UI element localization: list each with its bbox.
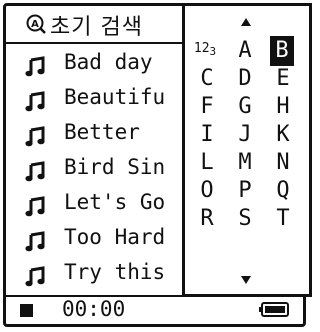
music-note-icon — [25, 231, 45, 252]
index-letter-a[interactable]: A — [229, 36, 261, 66]
index-letter-e[interactable]: E — [267, 64, 299, 94]
scroll-down-arrow-icon[interactable] — [241, 276, 251, 284]
index-letter-l[interactable]: L — [191, 148, 223, 178]
index-letter-s[interactable]: S — [229, 204, 261, 234]
header: A 초기 검색 — [6, 6, 186, 42]
song-title: Try this — [64, 260, 166, 284]
list-item[interactable]: Let's Go — [6, 188, 182, 222]
music-note-icon — [25, 56, 45, 77]
index-letter-k[interactable]: K — [267, 120, 299, 150]
index-numeric[interactable]: 123 — [189, 34, 221, 64]
index-letter-j[interactable]: J — [229, 120, 261, 150]
music-note-icon — [25, 126, 45, 147]
index-numeric-label-3: 3 — [209, 45, 217, 58]
index-letter-r[interactable]: R — [191, 204, 223, 234]
index-letter-t[interactable]: T — [267, 204, 299, 234]
player-screen: A 초기 검색 Bad day Beautifu Better Bird Sin… — [3, 3, 312, 327]
list-item[interactable]: Bird Sin — [6, 153, 182, 187]
index-letter-i[interactable]: I — [191, 120, 223, 150]
index-numeric-label-1: 1 — [193, 41, 202, 56]
index-letter-b-selected[interactable]: B — [270, 36, 294, 66]
list-item[interactable]: Beautifu — [6, 83, 182, 117]
index-letter-n[interactable]: N — [267, 148, 299, 178]
index-letter-h[interactable]: H — [267, 92, 299, 122]
alphabet-index-panel: 123 A B C D E F G H I J K L M N O P Q R … — [182, 3, 312, 297]
song-title: Bird Sin — [64, 155, 166, 179]
index-letter-p[interactable]: P — [229, 176, 261, 206]
song-title: Too Hard — [64, 225, 166, 249]
music-note-icon — [25, 91, 45, 112]
stop-icon — [20, 304, 33, 317]
battery-full-icon — [259, 302, 289, 317]
index-letter-g[interactable]: G — [229, 92, 261, 122]
elapsed-time: 00:00 — [62, 297, 126, 321]
index-letter-m[interactable]: M — [229, 148, 261, 178]
index-numeric-label-2: 2 — [201, 41, 210, 56]
song-title: Beautifu — [64, 85, 166, 109]
music-note-icon — [25, 266, 45, 287]
header-divider — [6, 42, 182, 44]
svg-text:A: A — [31, 19, 39, 30]
index-letter-d[interactable]: D — [229, 64, 261, 94]
song-title: Let's Go — [64, 190, 166, 214]
music-note-icon — [25, 196, 45, 217]
list-item[interactable]: Try this — [6, 258, 182, 292]
page-title: 초기 검색 — [50, 15, 143, 40]
list-item[interactable]: Too Hard — [6, 223, 182, 257]
music-note-icon — [25, 161, 45, 182]
song-title: Better — [64, 120, 140, 144]
song-list: Bad day Beautifu Better Bird Sin Let's G… — [6, 48, 182, 296]
index-letter-c[interactable]: C — [191, 64, 223, 94]
song-title: Bad day — [64, 50, 153, 74]
status-bar: 00:00 — [6, 297, 303, 324]
list-item[interactable]: Bad day — [6, 48, 182, 82]
index-letter-o[interactable]: O — [191, 176, 223, 206]
search-icon: A — [26, 14, 46, 34]
index-letter-f[interactable]: F — [191, 92, 223, 122]
scroll-up-arrow-icon[interactable] — [241, 18, 251, 26]
list-item[interactable]: Better — [6, 118, 182, 152]
index-letter-q[interactable]: Q — [267, 176, 299, 206]
